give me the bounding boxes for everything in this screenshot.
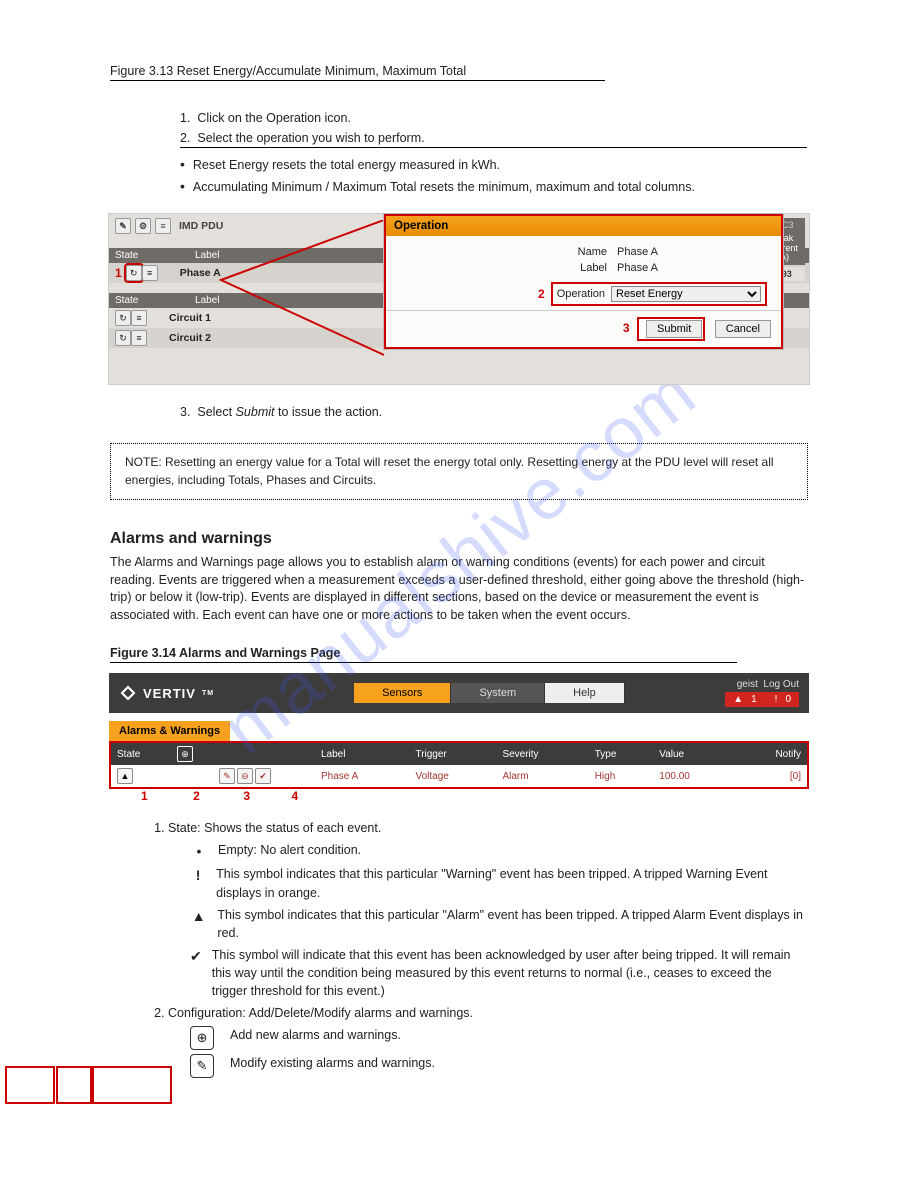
label-value: Phase A [617,262,767,274]
th-severity: Severity [496,743,588,765]
tab-system[interactable]: System [451,683,545,703]
legend-state: State: Shows the status of each event. [168,821,808,835]
nav-tabs: Sensors System Help [354,683,625,703]
wrench-config-icon: ✎ [190,1054,214,1078]
section-paragraph: The Alarms and Warnings page allows you … [110,554,808,624]
operation-icon[interactable]: ↻ [115,310,131,326]
annotation-2: 2 [538,287,545,301]
operation-label: Operation [557,288,605,300]
label-circuit-2: Circuit 2 [169,332,211,344]
annotation-1: 1 [115,266,122,280]
cell-severity: Alarm [496,765,588,787]
legend-section: State: Shows the status of each event. •… [150,821,808,1078]
legend-warning: ! This symbol indicates that this partic… [190,865,808,901]
th-trigger: Trigger [409,743,496,765]
figure-caption-rule [110,80,605,81]
section-heading: Alarms and warnings [110,530,808,548]
check-icon: ✔ [190,946,202,966]
step-2: 2. Select the operation you wish to perf… [180,131,808,148]
dialog-title: Operation [386,216,781,236]
alarm-icon: ▲ [733,694,743,705]
alarm-pill: ▲1 !0 [725,692,799,707]
annotation-3: 3 [623,321,630,335]
step-3: 3. Select Submit to issue the action. [180,405,808,419]
triangle-icon: ▲ [190,906,207,926]
add-icon[interactable]: ⊕ [177,746,193,762]
cell-notify[interactable]: [0] [735,765,807,787]
col-state-2: State [115,295,165,306]
col-state: State [115,250,165,261]
th-value: Value [653,743,735,765]
name-label: Name [547,246,607,258]
name-value: Phase A [617,246,767,258]
legend-add: ⊕ Add new alarms and warnings. [190,1026,808,1050]
alarms-table: State ⊕ Label Trigger Severity Type Valu… [111,743,807,787]
th-state: State [111,743,171,765]
app-banner: VERTIVTM Sensors System Help geist Log O… [109,673,809,713]
grip-icon[interactable]: ≡ [131,310,147,326]
operation-icon[interactable]: ↻ [126,265,142,281]
th-notify: Notify [735,743,807,765]
state-alarm-icon: ▲ [117,768,133,784]
annotation-4b: 4 [292,789,299,803]
label-circuit-1: Circuit 1 [169,312,211,324]
annotation-2b: 2 [193,789,200,803]
step-1: 1. Click on the Operation icon. [180,111,808,125]
tab-sensors[interactable]: Sensors [354,683,451,703]
panel-title: Alarms & Warnings [109,721,230,741]
figure-14-screenshot: VERTIVTM Sensors System Help geist Log O… [109,673,809,803]
exclamation-icon: ! [190,865,206,885]
annotation-1b: 1 [141,789,148,803]
tab-help[interactable]: Help [545,683,625,703]
warning-icon: ! [775,694,778,705]
delete-icon[interactable]: ⊖ [237,768,253,784]
label-phase-a: Phase A [180,267,221,279]
cancel-button[interactable]: Cancel [715,320,771,338]
figure-caption-13: Figure 3.13 Reset Energy/Accumulate Mini… [110,64,808,81]
empty-icon: • [190,841,208,861]
th-type: Type [589,743,654,765]
legend-alarm: ▲ This symbol indicates that this partic… [190,906,808,942]
logo-icon [119,684,137,702]
wrench-icon[interactable]: ✎ [219,768,235,784]
operation-dialog: Operation Name Phase A Label Phase A 2 Ope… [384,214,783,349]
legend-ack: ✔ This symbol will indicate that this ev… [190,946,808,1000]
user-box: geist Log Out ▲1 !0 [725,679,799,707]
cell-label: Phase A [315,765,409,787]
col-label: Label [195,250,219,261]
figure-caption-13-text: Figure 3.13 Reset Energy/Accumulate Mini… [110,64,466,78]
grip-icon[interactable]: ≡ [155,218,171,234]
figure-13-screenshot: ✎ ⚙ ≡ IMD PDU State Label 1 ↻ ≡ Phase A … [108,213,810,385]
figure-caption-14: Figure 3.14 Alarms and Warnings Page [110,646,808,663]
pdu-title: IMD PDU [179,220,223,232]
wrench-icon[interactable]: ✎ [115,218,131,234]
th-label: Label [315,743,409,765]
bullet-reset-energy: Reset Energy resets the total energy mea… [180,154,808,176]
grip-icon[interactable]: ≡ [142,265,158,281]
plus-icon: ⊕ [190,1026,214,1050]
gear-icon[interactable]: ⚙ [135,218,151,234]
ack-icon[interactable]: ✔ [255,768,271,784]
cell-trigger: Voltage [409,765,496,787]
username: geist [737,679,758,690]
col-label-2: Label [195,295,219,306]
bullet-accum: Accumulating Minimum / Maximum Total res… [180,176,808,198]
submit-button[interactable]: Submit [646,320,702,338]
note-box: NOTE: Resetting an energy value for a To… [110,443,808,500]
table-row: ▲ ✎⊖✔ Phase A Voltage Alarm High 100.00 … [111,765,807,787]
logout-link[interactable]: Log Out [763,679,799,690]
cell-value: 100.00 [653,765,735,787]
legend-config: Configuration: Add/Delete/Modify alarms … [168,1006,808,1020]
grip-icon[interactable]: ≡ [131,330,147,346]
label-label: Label [547,262,607,274]
legend-modify: ✎ Modify existing alarms and warnings. [190,1054,808,1078]
vertiv-logo: VERTIVTM [119,684,214,702]
annotation-3b: 3 [243,789,250,803]
legend-empty: • Empty: No alert condition. [190,841,808,861]
operation-select[interactable]: Reset Energy [611,286,761,302]
cell-type: High [589,765,654,787]
operation-icon[interactable]: ↻ [115,330,131,346]
